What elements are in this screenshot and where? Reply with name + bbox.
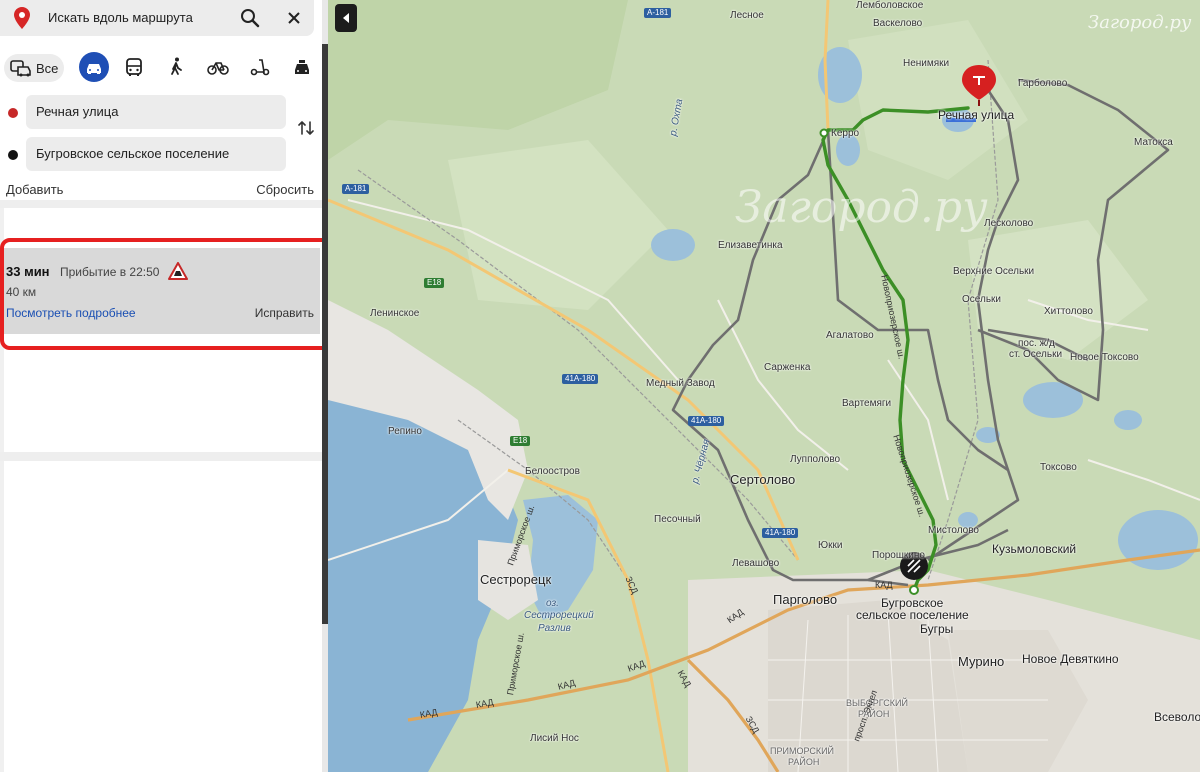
mode-walk-button[interactable] [161,52,191,82]
watermark: Загород.ру [735,182,988,233]
place-label: Белоостров [525,466,580,477]
district-label: РАЙОН [788,757,820,767]
mode-taxi-button[interactable] [287,52,317,82]
place-label: Елизаветинка [718,240,783,251]
place-label: Сестрорецкий [524,610,594,621]
mode-car-button[interactable] [79,52,109,82]
place-label: Новое Девяткино [1022,652,1119,666]
walk-icon [171,57,182,75]
place-label: Лемболовское [856,0,924,11]
place-label: Кузьмоловский [992,542,1077,556]
route-panel: Искать вдоль маршрута Все Речная улица Б… [0,0,322,772]
collapse-panel-button[interactable] [335,4,357,32]
place-label: Верхние Осельки [953,266,1035,277]
place-label: Всеволо [1154,710,1200,724]
place-label: Медный Завод [646,378,715,389]
place-label: Ненимяки [903,58,950,69]
place-label: Вартемяги [842,398,892,409]
bike-icon [207,62,229,75]
place-label: Сертолово [730,472,796,487]
mode-bus-button[interactable] [119,52,149,82]
place-label: сельское поселение [856,608,969,622]
place-label: пос. ж/д [1018,338,1055,349]
road-shield: А-181 [342,184,370,194]
place-label: Лесколово [984,218,1034,229]
place-label: Мурино [958,654,1005,669]
place-label: Парголово [773,592,838,607]
mode-bike-button[interactable] [203,52,233,82]
place-label: Керро [831,128,860,139]
place-label: Мистолово [928,525,979,536]
place-label: ст. Осельки [1009,349,1063,360]
transport-modes: Все [0,50,322,86]
route-search-input[interactable]: Искать вдоль маршрута [48,10,193,25]
swap-arrows-icon[interactable] [296,118,316,138]
place-label: Репино [388,426,422,437]
place-label: Лисий Нос [530,733,579,744]
place-label: Лупполово [790,454,841,465]
chevron-left-icon [343,13,349,23]
car-bus-icon [10,60,31,77]
place-label: Разлив [538,623,571,634]
mode-scooter-button[interactable] [245,52,275,82]
place-label: Гарболово [1018,78,1068,89]
start-point-marker [8,108,18,118]
road-label: КАД [875,580,893,590]
route-search-box[interactable]: Искать вдоль маршрута [0,0,314,36]
search-icon[interactable] [238,6,262,30]
reset-button[interactable]: Сбросить [256,182,314,197]
mode-all-button[interactable]: Все [4,54,64,82]
place-label: Матокса [1134,137,1173,148]
road-shield: 41А-180 [688,416,725,426]
place-label: Хиттолово [1044,306,1093,317]
road-shield: E18 [424,278,445,288]
place-label: Агалатово [826,330,874,341]
road-shield: 41А-180 [562,374,599,384]
separator [0,452,322,461]
watermark-small: Загород.ру [1088,12,1192,33]
place-label: Новое Токсово [1070,352,1139,363]
place-label: оз. [546,598,559,609]
mode-all-label: Все [36,61,59,76]
place-label: Лесное [730,10,764,21]
place-label: Левашово [732,558,780,569]
scooter-icon [250,59,270,76]
place-label: Порошкино [872,550,925,561]
place-label: Осельки [962,294,1002,305]
place-label: Бугры [920,622,954,636]
place-label: Васкелово [873,18,923,29]
start-point-field[interactable]: Речная улица [26,95,286,129]
place-label: Песочный [654,514,701,525]
place-label: Сарженка [764,362,811,373]
highlight-frame [0,238,336,350]
bus-icon [126,58,142,76]
district-label: ПРИМОРСКИЙ [770,746,835,756]
road-shield: 41А-180 [762,528,799,538]
place-label: Речная улица [938,108,1015,122]
separator [0,200,322,208]
district-label: ВЫБОРГСКИЙ [846,698,908,708]
road-shield: А-181 [644,8,672,18]
place-label: Ленинское [370,308,420,319]
car-icon [79,52,109,82]
road-shield: E18 [510,436,531,446]
place-label: Юкки [818,540,843,551]
map-view[interactable]: Загород.ру Загород.ру Лесное Лемболовско… [328,0,1200,772]
taxi-icon [295,60,309,74]
place-label: Токсово [1040,462,1077,473]
close-icon[interactable] [282,6,306,30]
add-point-button[interactable]: Добавить [6,182,63,197]
place-label: Сестрорецк [480,572,552,587]
end-point-marker [8,150,18,160]
location-pin-icon [14,7,30,29]
end-point-field[interactable]: Бугровское сельское поселение [26,137,286,171]
